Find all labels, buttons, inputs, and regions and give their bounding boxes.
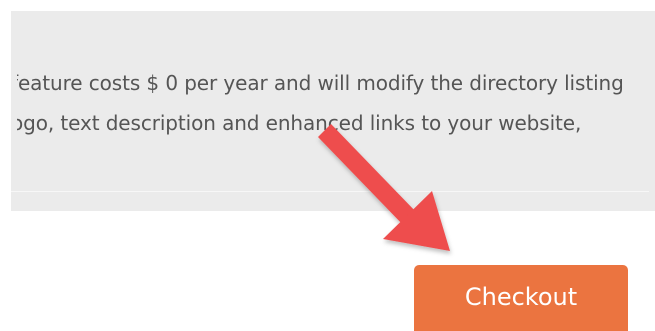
panel-divider xyxy=(11,191,649,192)
panel-edge xyxy=(11,11,17,211)
feature-description-panel: feature costs $ 0 per year and will modi… xyxy=(11,11,655,211)
feature-description-line-1: feature costs $ 0 per year and will modi… xyxy=(11,71,624,95)
feature-description-line-2: ogo, text description and enhanced links… xyxy=(11,111,582,135)
checkout-button[interactable]: Checkout xyxy=(414,265,628,331)
